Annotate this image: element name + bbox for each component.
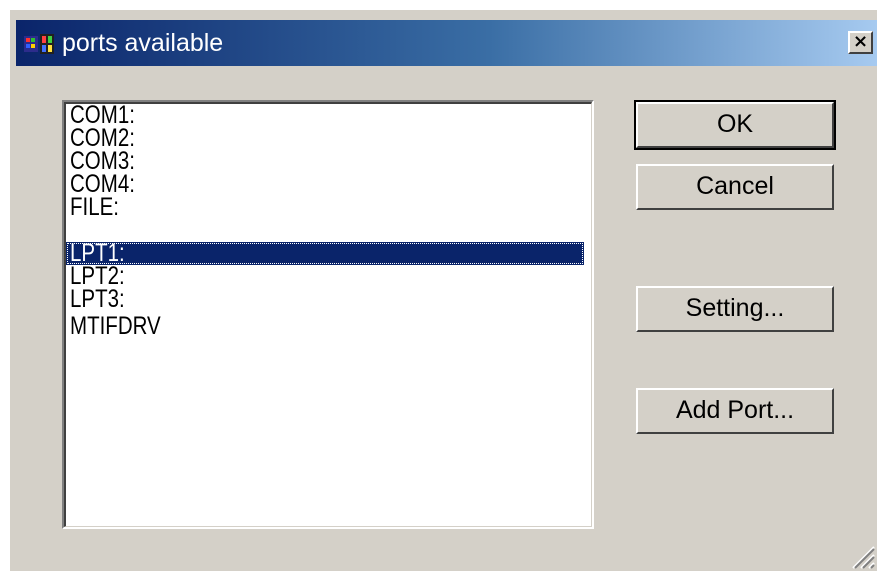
port-item-com3[interactable]: COM3:	[66, 149, 584, 174]
resize-grip-icon[interactable]	[849, 543, 875, 569]
port-item-com4[interactable]: COM4:	[66, 172, 584, 197]
close-icon: ×	[852, 31, 869, 52]
port-item-mtifdrv[interactable]: MTIFDRV	[66, 314, 584, 339]
printer-app-icon	[24, 34, 56, 54]
close-button[interactable]: ×	[848, 31, 873, 54]
port-item-lpt1-selected[interactable]: LPT1:	[66, 241, 584, 266]
port-item-com2[interactable]: COM2:	[66, 126, 584, 151]
cancel-button[interactable]: Cancel	[636, 164, 834, 210]
add-port-button[interactable]: Add Port...	[636, 388, 834, 434]
window-title: ports available	[62, 29, 224, 57]
ports-available-dialog: ports available × COM1: COM2: COM3: COM4…	[8, 8, 877, 571]
ok-button[interactable]: OK	[634, 100, 836, 150]
port-item-lpt3[interactable]: LPT3:	[66, 287, 584, 312]
setting-button[interactable]: Setting...	[636, 286, 834, 332]
ports-listbox[interactable]: COM1: COM2: COM3: COM4: FILE: LPT1: LPT2…	[61, 99, 595, 530]
port-item-file[interactable]: FILE:	[66, 195, 584, 220]
port-item-com1[interactable]: COM1:	[66, 103, 584, 128]
title-bar[interactable]: ports available ×	[16, 20, 877, 66]
port-item-lpt2[interactable]: LPT2:	[66, 264, 584, 289]
